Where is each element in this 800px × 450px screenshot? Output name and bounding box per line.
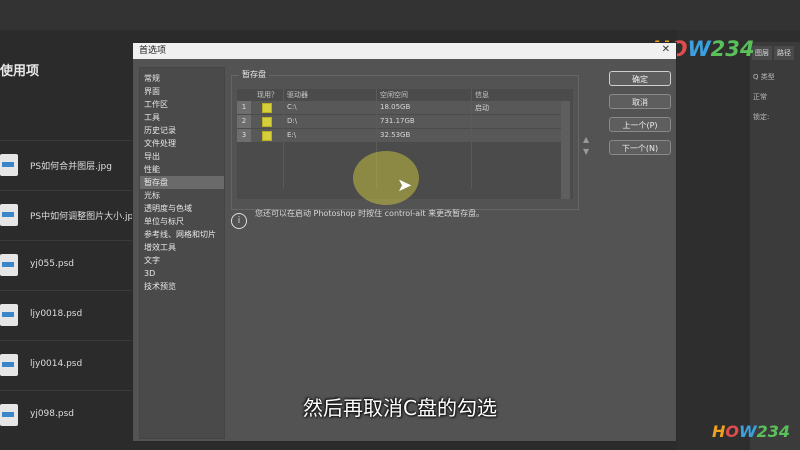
column-divider — [471, 89, 472, 189]
nav-item-history[interactable]: 历史记录 — [144, 124, 220, 137]
close-icon[interactable]: ✕ — [662, 44, 670, 55]
space-cell: 731.17GB — [380, 117, 415, 125]
file-name: yj055.psd — [30, 259, 74, 269]
recent-file-item[interactable]: yj055.psd — [0, 240, 132, 291]
tab-layers[interactable]: 图层 — [752, 46, 772, 60]
drive-cell: D:\ — [287, 117, 298, 125]
nav-item-transparency[interactable]: 透明度与色域 — [144, 202, 220, 215]
section-title: 暂存盘 — [239, 69, 269, 80]
move-up-arrow-icon[interactable]: ▲ — [583, 135, 589, 144]
file-thumbnail — [0, 154, 18, 176]
drive-cell: E:\ — [287, 131, 297, 139]
drive-cell: C:\ — [287, 103, 297, 111]
active-checkbox[interactable] — [262, 103, 272, 113]
file-thumbnail — [0, 254, 18, 276]
file-thumbnail — [0, 304, 18, 326]
column-header-active: 现用？ — [257, 91, 278, 99]
space-cell: 18.05GB — [380, 103, 411, 111]
nav-item-plugins[interactable]: 增效工具 — [144, 241, 220, 254]
nav-item-file-handling[interactable]: 文件处理 — [144, 137, 220, 150]
app-top-bar — [0, 0, 800, 30]
dialog-title: 首选项 — [133, 43, 676, 59]
nav-item-3d[interactable]: 3D — [144, 267, 220, 280]
next-button[interactable]: 下一个(N) — [609, 140, 671, 155]
nav-item-tech-preview[interactable]: 技术预览 — [144, 280, 220, 293]
recent-file-item[interactable]: ljy0018.psd — [0, 290, 132, 341]
active-checkbox[interactable] — [262, 131, 272, 141]
nav-item-type[interactable]: 文字 — [144, 254, 220, 267]
file-thumbnail — [0, 204, 18, 226]
space-cell: 32.53GB — [380, 131, 411, 139]
preferences-nav: 常规 界面 工作区 工具 历史记录 文件处理 导出 性能 暂存盘 光标 透明度与… — [139, 67, 225, 439]
tab-paths[interactable]: 路径 — [774, 46, 794, 60]
recent-file-item[interactable]: ljy0014.psd — [0, 340, 132, 391]
nav-item-interface[interactable]: 界面 — [144, 85, 220, 98]
file-thumbnail — [0, 354, 18, 376]
blend-mode-select[interactable]: 正常 — [753, 92, 797, 104]
info-cell: 启动 — [475, 104, 489, 112]
video-subtitle: 然后再取消C盘的勾选 — [303, 396, 497, 420]
row-number: 1 — [237, 101, 251, 114]
watermark-logo: HOW234 — [712, 422, 791, 441]
nav-item-tools[interactable]: 工具 — [144, 111, 220, 124]
lock-label: 锁定: — [753, 113, 770, 121]
column-header-info: 信息 — [475, 91, 489, 99]
scratch-disk-hint: 您还可以在启动 Photoshop 时按住 control-alt 来更改暂存盘… — [255, 209, 485, 218]
active-checkbox[interactable] — [262, 117, 272, 127]
ok-button[interactable]: 确定 — [609, 71, 671, 86]
dock-tabs: 图层 路径 — [752, 46, 796, 60]
nav-item-performance[interactable]: 性能 — [144, 163, 220, 176]
recent-file-item[interactable]: PS如何合并图层.jpg — [0, 140, 132, 191]
file-name: ljy0014.psd — [30, 359, 83, 369]
file-name: PS中如何调整图片大小.jpg — [30, 212, 139, 222]
mouse-pointer-icon: ➤ — [397, 175, 413, 196]
file-name: ljy0018.psd — [30, 309, 83, 319]
column-header-space: 空闲空间 — [380, 91, 408, 99]
column-header-drive: 驱动器 — [287, 91, 308, 99]
recent-file-item[interactable]: PS中如何调整图片大小.jpg — [0, 190, 139, 241]
row-number: 2 — [237, 115, 251, 128]
info-icon: i — [231, 213, 247, 229]
prev-button[interactable]: 上一个(P) — [609, 117, 671, 132]
nav-item-cursors[interactable]: 光标 — [144, 189, 220, 202]
recent-files-title: 使用项 — [0, 64, 40, 79]
table-row[interactable]: 3 E:\ 32.53GB — [237, 129, 562, 143]
table-scrollbar[interactable] — [561, 101, 570, 199]
file-name: PS如何合并图层.jpg — [30, 162, 112, 172]
cancel-button[interactable]: 取消 — [609, 94, 671, 109]
column-divider — [283, 89, 284, 189]
nav-item-guides[interactable]: 参考线、网格和切片 — [144, 228, 220, 241]
preferences-dialog: 首选项 ✕ 常规 界面 工作区 工具 历史记录 文件处理 导出 性能 暂存盘 光… — [132, 42, 677, 442]
nav-item-export[interactable]: 导出 — [144, 150, 220, 163]
layer-search-input[interactable]: Q 类型 — [753, 72, 797, 84]
table-row[interactable]: 2 D:\ 731.17GB — [237, 115, 562, 129]
nav-item-scratch-disks[interactable]: 暂存盘 — [140, 176, 224, 189]
move-down-arrow-icon[interactable]: ▼ — [583, 147, 589, 156]
nav-item-workspace[interactable]: 工作区 — [144, 98, 220, 111]
table-row[interactable]: 1 C:\ 18.05GB 启动 — [237, 101, 562, 115]
nav-item-general[interactable]: 常规 — [144, 72, 220, 85]
row-number: 3 — [237, 129, 251, 142]
nav-item-units[interactable]: 单位与标尺 — [144, 215, 220, 228]
